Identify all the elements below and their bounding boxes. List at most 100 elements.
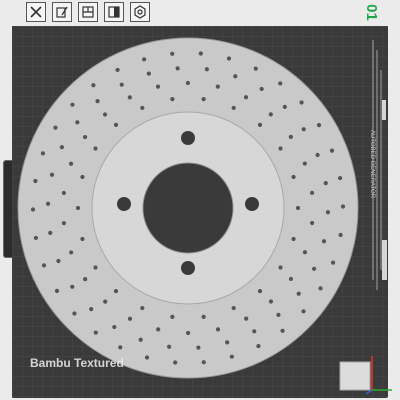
drill-hole [302,161,307,166]
drill-hole [268,112,273,117]
drill-hole [59,145,65,150]
drill-hole [201,97,206,102]
drill-hole [302,250,308,255]
drill-hole [318,286,323,291]
drill-hole [201,360,206,365]
drill-hole [170,51,175,56]
drill-hole [301,127,306,132]
axis-gizmo [339,356,392,394]
drill-hole [315,152,320,158]
drill-hole [45,201,51,206]
drill-hole [226,56,232,61]
drill-hole [138,337,143,342]
drill-hole [338,232,343,238]
drill-hole [201,314,206,319]
drill-hole [173,360,178,365]
drill-hole [156,327,161,332]
drill-hole [56,258,61,264]
drill-hole [276,312,281,317]
drill-hole [244,316,249,321]
drill-hole [175,66,180,71]
drill-hole [142,57,147,62]
drill-hole [75,120,80,125]
drill-hole [186,330,191,336]
drill-hole [282,104,287,109]
drill-hole [280,328,285,333]
drill-hole [256,343,261,349]
drill-hole [61,221,67,226]
drill-hole [75,205,81,211]
drill-hole [80,174,85,180]
drill-hole [70,284,75,289]
drill-hole [198,51,203,56]
drill-hole [113,122,119,127]
drill-hole [215,84,220,89]
plate-type-label: Bambu Textured [30,356,124,370]
drill-hole [196,345,201,350]
drill-hole [321,239,327,244]
model-viewport [17,37,359,379]
drill-hole [268,299,274,304]
drill-hole [115,67,120,73]
drill-hole [330,260,336,265]
drill-hole [113,289,119,294]
drill-hole [118,345,123,350]
drill-hole [82,134,88,140]
drill-hole [291,236,296,242]
drill-hole [72,311,77,316]
drill-hole [93,330,98,335]
drill-hole [33,178,38,184]
drill-hole [291,174,296,180]
drill-hole [204,67,209,72]
brake-disc-model[interactable] [17,37,359,379]
drill-hole [170,314,175,319]
drill-hole [310,220,315,226]
drill-hole [61,190,66,196]
drill-hole [229,354,234,359]
drill-hole [295,205,301,211]
drill-hole [40,151,46,156]
drill-hole [119,82,124,87]
drill-hole [316,123,322,128]
drill-hole [53,125,58,130]
drill-hole [243,95,249,100]
drill-hole [54,288,60,293]
drill-hole [231,305,236,311]
drill-hole [309,190,315,195]
drill-hole [93,265,98,270]
drill-hole [95,99,100,104]
drill-hole [185,80,190,86]
drill-hole [252,329,257,334]
drill-hole [278,146,283,151]
drill-hole [155,84,161,89]
drill-hole [311,266,317,271]
drill-hole [83,276,88,282]
drill-hole [288,134,293,140]
drill-hole [325,210,331,215]
drill-hole [140,105,145,111]
drill-hole [337,175,343,181]
drill-hole [301,309,306,314]
drill-hole [33,235,39,241]
drill-hole [253,66,258,71]
drill-hole [288,276,294,282]
drill-hole [257,289,263,294]
drill-hole [102,112,108,117]
drill-hole [340,204,346,209]
drill-hole [278,81,283,86]
drill-hole [70,102,75,107]
drill-hole [257,122,263,127]
drill-hole [167,344,172,349]
drill-hole [48,230,53,236]
drill-hole [144,355,150,360]
drill-hole [215,327,221,332]
drill-hole [89,307,94,312]
drill-hole [299,100,304,105]
drill-hole [112,324,117,330]
drill-hole [323,180,328,186]
drill-hole [233,74,238,79]
drill-hole [231,105,236,111]
drill-hole [127,316,133,321]
drill-hole [30,207,36,212]
drill-hole [259,86,264,92]
